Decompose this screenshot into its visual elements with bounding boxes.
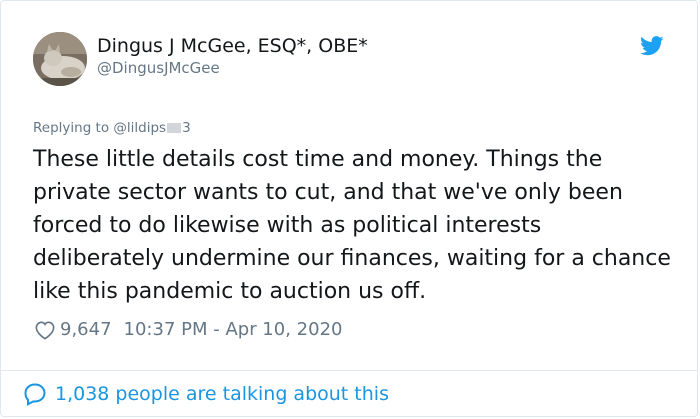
tweet-card: Dingus J McGee, ESQ*, OBE* @DingusJMcGee… (0, 0, 698, 417)
divider (1, 370, 697, 371)
heart-icon[interactable] (34, 320, 56, 340)
twitter-bird-icon[interactable] (640, 36, 664, 56)
avatar[interactable] (33, 32, 87, 86)
redaction-blur (167, 123, 182, 133)
author-handle[interactable]: @DingusJMcGee (97, 58, 368, 78)
author-names: Dingus J McGee, ESQ*, OBE* @DingusJMcGee (97, 34, 368, 78)
tweet-meta: 9,647 10:37 PM - Apr 10, 2020 (34, 319, 342, 340)
replying-prefix: Replying to (33, 120, 110, 136)
replying-handle-end[interactable]: 3 (182, 120, 191, 136)
replying-to: Replying to @lildips 3 (33, 120, 191, 136)
tweet-text: These little details cost time and money… (33, 147, 671, 304)
replying-handle-start[interactable]: @lildips (113, 120, 166, 136)
talking-about-link[interactable]: 1,038 people are talking about this (23, 382, 389, 406)
replying-handle[interactable]: @lildips 3 (113, 120, 190, 136)
tweet-header: Dingus J McGee, ESQ*, OBE* @DingusJMcGee (33, 32, 677, 88)
like-count[interactable]: 9,647 (60, 319, 112, 340)
speech-bubble-icon (24, 383, 46, 406)
author-display-name[interactable]: Dingus J McGee, ESQ*, OBE* (97, 34, 368, 58)
talking-about-label[interactable]: 1,038 people are talking about this (55, 383, 389, 405)
tweet-timestamp[interactable]: 10:37 PM - Apr 10, 2020 (124, 319, 343, 340)
